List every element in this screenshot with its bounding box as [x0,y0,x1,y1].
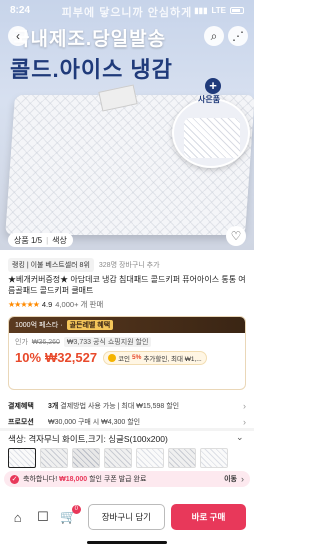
chevron-right-icon: › [241,474,244,484]
coin-label: 코인 [118,355,131,363]
cart-icon[interactable]: 🛒 0 [59,505,81,527]
top-nav: ‹ ⌕ ⋰ [0,24,254,50]
product-title: ★베개커버증정★ 아담데코 냉감 침대패드 콜드키퍼 퓨어아이스 통통 여름골패… [8,275,246,295]
home-indicator [87,541,167,544]
benefit-bold: 3개 [48,403,59,410]
back-arrow-icon[interactable]: ‹ [8,26,28,46]
hero-headline-sub: 콜드.아이스 냉감 [10,57,173,82]
promo-head-prefix: 1000억 페스타 · [15,322,63,329]
sample-label: 사은품 [198,95,221,104]
congrats-prefix: 축하합니다! [23,476,58,483]
coin-icon [108,353,117,362]
promotion-key: 프로모션 [8,419,34,426]
plus-icon: + [205,78,221,94]
rating-row[interactable]: ★★★★★ 4.9 4,000+ 개 판매 [8,299,103,310]
signal-icon: ▮▮▮ [194,5,208,15]
search-icon[interactable]: ⌕ [204,26,224,46]
payment-benefit-row[interactable]: 결제혜택 3개 결제방법 사용 가능 | 최대 ₩15,598 할인 › [8,398,246,414]
status-time: 8:24 [10,4,31,16]
option-thumb[interactable] [200,448,228,468]
benefit-key: 결제혜택 [8,403,34,410]
option-thumbnails [8,448,228,468]
wishlist-heart-icon[interactable]: ♡ [226,226,246,246]
status-bar: 8:24 ▮▮▮ LTE [0,0,254,20]
coin-rate: 5% [132,354,142,361]
counter-color-label: 색상 [52,235,67,245]
promo-head-highlight: 골든레벨 혜택 [66,320,114,330]
option-thumb[interactable] [104,448,132,468]
share-icon[interactable]: ⋰ [228,26,248,46]
rating-stars: ★★★★★ [8,300,40,309]
cart-added-count: 328명 장바구니 추가 [98,262,160,269]
chat-icon[interactable]: ☐ [33,507,52,527]
option-thumb[interactable] [40,448,68,468]
ranking-badge[interactable]: 랭킹 | 이불 베스트셀러 8위 [8,258,94,272]
benefit-value: 결제방법 사용 가능 | 최대 ₩15,598 할인 [58,403,180,410]
sale-price: ₩32,527 [45,350,98,365]
section-divider [0,428,254,431]
congrats-suffix: 할인 쿠폰 발급 완료 [87,476,147,483]
counter-divider: | [46,235,49,245]
check-icon: ✓ [10,474,19,484]
buy-now-button[interactable]: 바로 구매 [170,504,247,530]
option-thumb[interactable] [8,448,36,468]
chevron-right-icon: › [243,417,246,427]
image-counter[interactable]: 상품 1/5 | 색상 [8,233,73,247]
store-icon[interactable]: ⌂ [8,507,27,527]
sales-count: 4,000+ 개 판매 [55,300,104,309]
network-label: LTE [211,5,226,15]
coin-rest: 추가할인, 최대 ₩1,... [143,355,202,363]
chevron-down-icon[interactable]: ⌄ [236,432,244,443]
sample-bubble-image [172,98,250,168]
coupon-congrats-banner[interactable]: ✓ 축하합니다! ₩18,000 할인 쿠폰 발급 완료 이동 › [4,471,250,487]
congrats-amount: ₩18,000 [59,476,88,483]
ranking-row: 랭킹 | 이불 베스트셀러 8위 328명 장바구니 추가 [8,258,160,272]
battery-icon [230,6,244,14]
option-selected-label[interactable]: 색상: 격자무늬 화이트,크기: 싱글S(100x200) [8,433,168,445]
counter-tab-label: 상품 1/5 [14,235,43,245]
discount-rate: 10% [15,350,42,365]
option-thumb[interactable] [72,448,100,468]
support-discount-badge: ₩3,733 공식 쇼핑지원 할인 [63,337,152,347]
option-thumb[interactable] [136,448,164,468]
chevron-right-icon: › [243,401,246,411]
rating-score: 4.9 [41,300,53,309]
option-thumb[interactable] [168,448,196,468]
list-price-label: 인가 [15,339,28,346]
price-promo-card[interactable]: 1000억 페스타 · 골든레벨 혜택 인가 ₩36,260 ₩3,733 공식… [8,316,246,390]
coin-discount-chip[interactable]: 코인 5% 추가할인, 최대 ₩1,... [103,350,207,365]
promotion-value: ₩30,000 구매 시 ₩4,300 할인 [48,419,141,426]
promo-header: 1000억 페스타 · 골든레벨 혜택 [9,317,245,333]
list-price: ₩36,260 [31,338,60,346]
bottom-action-bar: ⌂ ☐ 🛒 0 장바구니 담기 바로 구매 [0,497,254,537]
congrats-move-link[interactable]: 이동 [224,474,237,484]
add-to-cart-button[interactable]: 장바구니 담기 [87,504,165,530]
cart-badge: 0 [71,505,81,514]
